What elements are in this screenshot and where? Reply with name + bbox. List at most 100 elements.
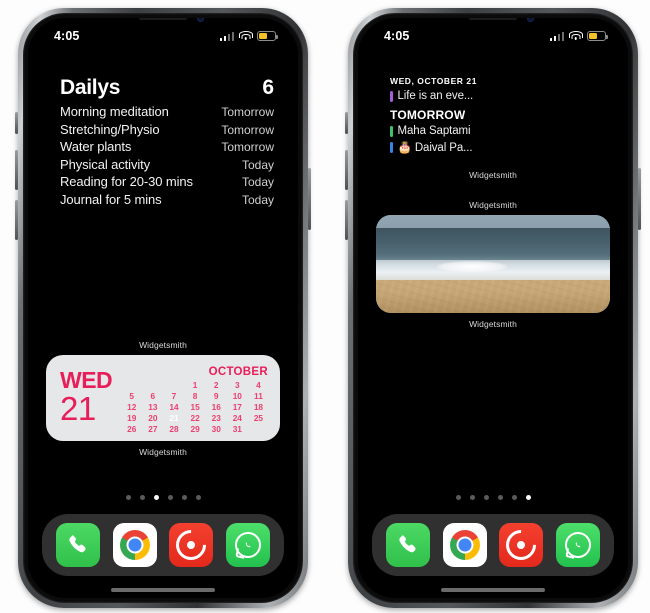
earpiece-speaker: [469, 18, 517, 20]
dailys-item-name: Stretching/Physio: [60, 121, 160, 137]
power-button[interactable]: [308, 168, 311, 230]
dailys-item-name: Water plants: [60, 139, 132, 154]
volume-up-button[interactable]: [15, 150, 18, 190]
calendar-cell: 4: [256, 380, 261, 390]
dailys-row[interactable]: Physical activity Today: [60, 157, 274, 172]
page-dot[interactable]: [125, 495, 131, 500]
photo-widget-wrapper: Widgetsmith Widgetsmith: [376, 200, 610, 329]
whatsapp-glyph: [564, 532, 591, 559]
calendar-cell: 1: [192, 380, 198, 390]
page-dot[interactable]: [525, 495, 531, 500]
photo-sky: [376, 215, 610, 228]
calendar-cell: 17: [232, 402, 242, 412]
dailys-widget[interactable]: Dailys 6 Morning meditation Tomorrow Str…: [60, 76, 274, 209]
wifi-icon: [238, 31, 253, 41]
dailys-row[interactable]: Reading for 20-30 mins Today: [60, 174, 274, 189]
calendar-cell: 27: [148, 424, 158, 434]
status-indicators: [549, 31, 608, 41]
phone-glyph: [69, 534, 86, 553]
calendar-cell: 25: [253, 413, 264, 423]
phone-icon[interactable]: [386, 523, 431, 567]
power-button[interactable]: [638, 168, 641, 230]
page-dot[interactable]: [167, 495, 173, 500]
left-phone: 4:05 Dailys 6 Morning meditation Tomorro…: [15, 8, 311, 608]
calendar-month-block: OCTOBER 1 2 3 4 5 6 7 8 9 10 11 12 13 14 15 16 17 18 19 20 2…: [122, 365, 268, 434]
dailys-row[interactable]: Water plants Tomorrow: [60, 139, 274, 154]
calendar-cell: 6: [150, 391, 156, 401]
event-item[interactable]: Life is an eve...: [390, 90, 604, 102]
dailys-item-when: Today: [241, 192, 274, 207]
page-dot[interactable]: [497, 495, 503, 500]
calendar-cell: 12: [127, 402, 137, 412]
calendar-widget-label-top: Widgetsmith: [139, 340, 187, 350]
calendar-cell: 18: [253, 402, 264, 412]
pocket-casts-glyph: [170, 523, 213, 567]
volume-down-button[interactable]: [345, 200, 348, 240]
dailys-title: Dailys: [60, 76, 121, 99]
page-indicator[interactable]: [28, 495, 298, 500]
dailys-row[interactable]: Journal for 5 mins Today: [60, 192, 274, 207]
whatsapp-icon[interactable]: [225, 523, 270, 567]
page-dot[interactable]: [511, 495, 517, 500]
photo-sand: [376, 279, 610, 313]
photo-widget-label-bottom: Widgetsmith: [469, 319, 517, 329]
pocket-casts-glyph: [500, 523, 543, 567]
photo-ocean: [376, 227, 610, 264]
volume-down-button[interactable]: [15, 200, 18, 240]
volume-up-button[interactable]: [345, 150, 348, 190]
dailys-row[interactable]: Stretching/Physio Tomorrow: [60, 122, 274, 137]
dailys-item-name: Physical activity: [60, 156, 151, 172]
page-dot[interactable]: [469, 495, 475, 500]
status-indicators: [219, 31, 278, 41]
whatsapp-icon[interactable]: [555, 523, 600, 567]
chrome-icon[interactable]: [112, 523, 157, 567]
screenshot-stage: 4:05 Dailys 6 Morning meditation Tomorro…: [0, 0, 650, 613]
dailys-row[interactable]: Morning meditation Tomorrow: [60, 104, 274, 119]
cellular-signal-icon: [219, 31, 234, 41]
calendar-cell: 10: [232, 391, 242, 401]
photo-surf: [376, 260, 610, 282]
dailys-item-name: Journal for 5 mins: [60, 191, 162, 207]
page-dot[interactable]: [139, 495, 145, 500]
chrome-icon[interactable]: [442, 523, 487, 567]
event-title: 🎂 Daival Pa...: [397, 142, 473, 154]
calendar-weekday: WED: [60, 367, 113, 394]
phone-icon[interactable]: [56, 523, 101, 567]
page-dot[interactable]: [181, 495, 187, 500]
home-indicator[interactable]: [111, 588, 215, 592]
page-dot[interactable]: [153, 495, 159, 500]
calendar-cell: 22: [190, 413, 200, 423]
home-indicator[interactable]: [441, 588, 545, 592]
calendar-cell: 13: [148, 402, 158, 412]
page-dot[interactable]: [483, 495, 489, 500]
pocket-casts-icon[interactable]: [499, 523, 544, 567]
event-item[interactable]: Maha Saptami: [390, 125, 604, 137]
page-dot[interactable]: [455, 495, 461, 500]
calendar-widget[interactable]: WED 21 OCTOBER 1 2 3 4 5 6 7 8 9 10 11 12 13 14 15 16 17…: [46, 355, 280, 441]
photo-widget[interactable]: [376, 215, 610, 313]
calendar-cell: 29: [190, 424, 200, 434]
mute-switch[interactable]: [345, 112, 348, 134]
dailys-item-when: Tomorrow: [221, 105, 274, 119]
page-indicator[interactable]: [358, 495, 628, 500]
battery-low-power-icon: [587, 31, 608, 41]
events-date-header: WED, OCTOBER 21: [390, 76, 477, 86]
status-time: 4:05: [384, 29, 410, 43]
mute-switch[interactable]: [15, 112, 18, 134]
calendar-cell: 8: [192, 391, 198, 401]
chrome-glyph: [119, 530, 150, 560]
event-color-bar: [390, 125, 393, 137]
wifi-icon: [568, 31, 583, 41]
calendar-cell: 11: [254, 391, 263, 401]
pocket-casts-icon[interactable]: [169, 523, 214, 567]
calendar-events-widget[interactable]: WED, OCTOBER 21 Life is an eve... TOMORR…: [390, 76, 604, 157]
event-item[interactable]: 🎂 Daival Pa...: [390, 140, 604, 154]
calendar-day-number: 21: [60, 390, 96, 428]
events-tomorrow-header: TOMORROW: [390, 108, 466, 122]
calendar-month-name: OCTOBER: [208, 366, 268, 378]
calendar-cell: 31: [232, 424, 242, 434]
calendar-cell: 24: [232, 413, 242, 423]
battery-low-power-icon: [257, 31, 278, 41]
dailys-item-when: Tomorrow: [221, 140, 274, 154]
page-dot[interactable]: [195, 495, 201, 500]
